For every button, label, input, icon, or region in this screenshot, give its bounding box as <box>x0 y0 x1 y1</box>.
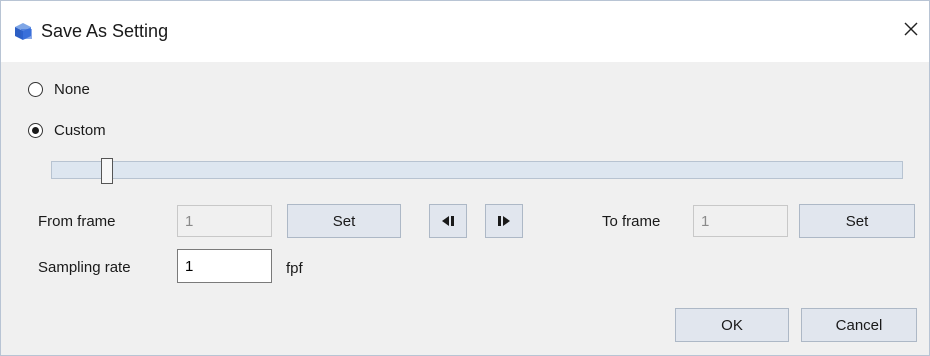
previous-frame-button[interactable] <box>429 204 467 238</box>
radio-none-label: None <box>54 81 90 98</box>
from-frame-label: From frame <box>38 213 116 230</box>
save-as-setting-dialog: Save As Setting None Custom From frame S… <box>0 0 930 356</box>
step-forward-icon <box>498 216 510 226</box>
sampling-rate-label: Sampling rate <box>38 259 131 276</box>
from-frame-set-button[interactable]: Set <box>287 204 401 238</box>
cancel-button[interactable]: Cancel <box>801 308 917 342</box>
next-frame-button[interactable] <box>485 204 523 238</box>
close-button[interactable] <box>893 13 929 49</box>
radio-custom[interactable]: Custom <box>28 122 106 139</box>
sampling-rate-unit: fpf <box>286 260 303 277</box>
close-icon <box>903 21 919 41</box>
radio-none[interactable]: None <box>28 81 90 98</box>
radio-none-circle[interactable] <box>28 82 43 97</box>
to-frame-set-button[interactable]: Set <box>799 204 915 238</box>
dialog-body: None Custom From frame Set To frame Set <box>1 62 929 355</box>
ok-button-label: OK <box>721 316 743 334</box>
radio-custom-label: Custom <box>54 122 106 139</box>
window-title: Save As Setting <box>41 21 169 41</box>
step-back-icon <box>442 216 454 226</box>
cancel-button-label: Cancel <box>835 316 883 334</box>
to-frame-label: To frame <box>602 213 661 230</box>
from-frame-set-label: Set <box>332 212 356 230</box>
sampling-rate-input[interactable] <box>177 249 272 283</box>
to-frame-field[interactable] <box>693 205 788 237</box>
frame-slider-thumb[interactable] <box>101 158 114 184</box>
app-cube-icon <box>12 21 34 41</box>
frame-slider-track[interactable] <box>51 161 903 179</box>
radio-custom-circle[interactable] <box>28 123 43 138</box>
title-bar: Save As Setting <box>1 1 929 62</box>
to-frame-set-label: Set <box>845 212 869 230</box>
ok-button[interactable]: OK <box>675 308 789 342</box>
from-frame-field[interactable] <box>177 205 272 237</box>
